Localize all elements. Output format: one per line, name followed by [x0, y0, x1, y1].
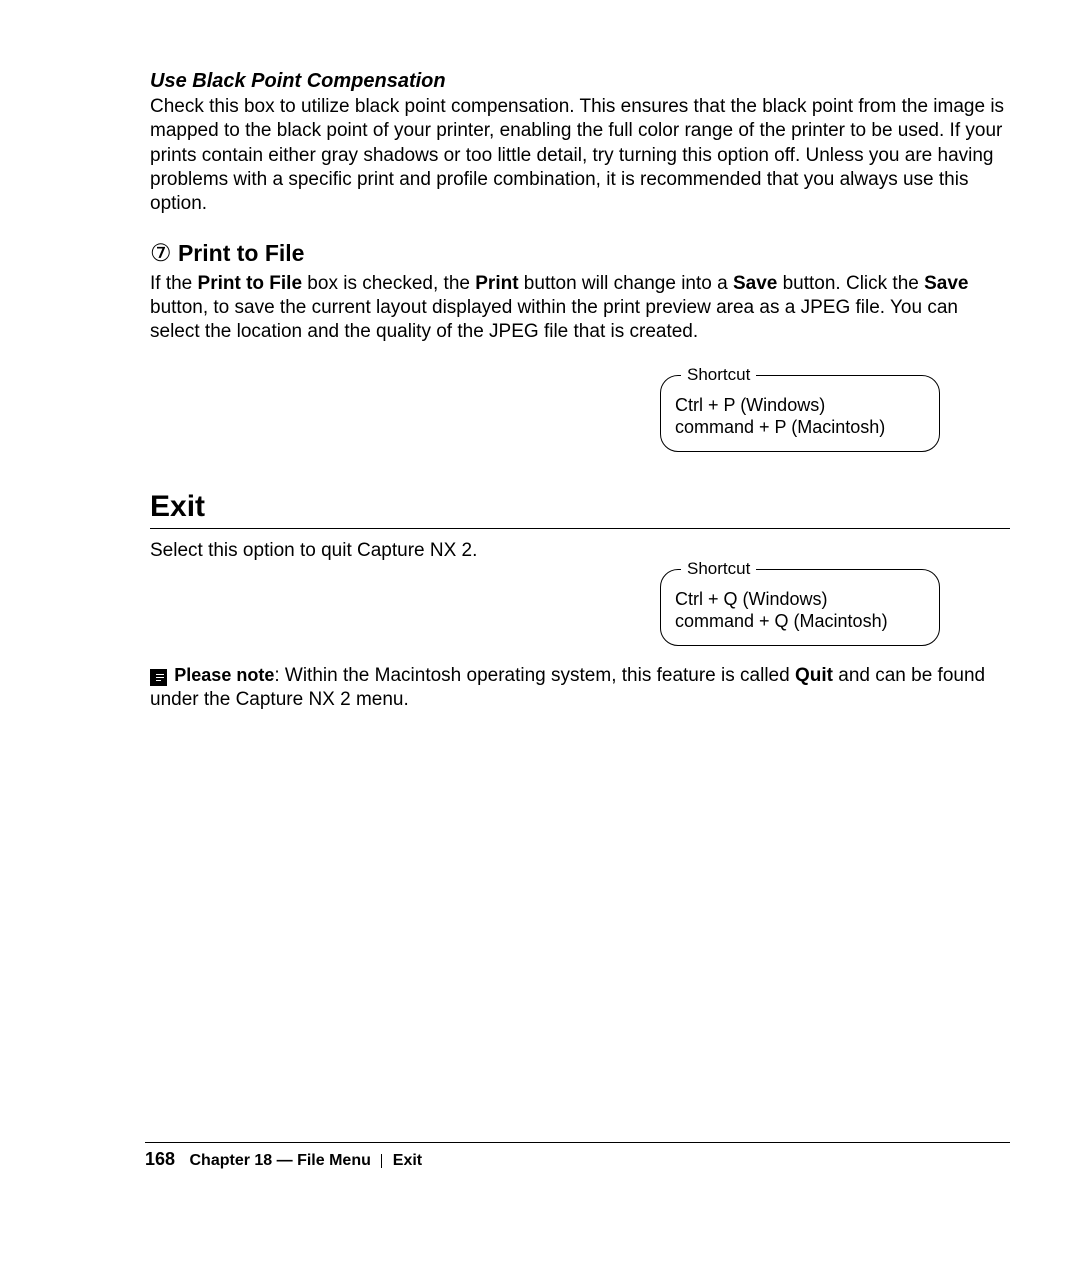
footer-rule — [145, 1142, 1010, 1143]
print-shortcut-box: Shortcut Ctrl + P (Windows) command + P … — [660, 375, 940, 452]
footer-separator — [381, 1154, 382, 1168]
shortcut-legend: Shortcut — [681, 558, 756, 579]
note-icon — [150, 669, 167, 686]
blackpoint-heading: Use Black Point Compensation — [150, 70, 1010, 93]
footer-page-number: 168 — [145, 1149, 175, 1169]
shortcut-legend: Shortcut — [681, 364, 756, 385]
note-label: Please note — [174, 665, 274, 685]
print-shortcut-mac: command + P (Macintosh) — [675, 416, 925, 439]
print-to-file-title: Print to File — [178, 240, 305, 267]
exit-note: Please note: Within the Macintosh operat… — [150, 664, 1010, 713]
footer-chapter: Chapter 18 — File Menu — [190, 1152, 371, 1169]
exit-heading: Exit — [150, 490, 1010, 524]
print-to-file-heading: ⑦ Print to File — [150, 239, 1010, 268]
exit-rule — [150, 528, 1010, 529]
footer-section: Exit — [393, 1152, 422, 1169]
exit-shortcut-mac: command + Q (Macintosh) — [675, 610, 925, 633]
exit-shortcut-windows: Ctrl + Q (Windows) — [675, 588, 925, 611]
exit-shortcut-box: Shortcut Ctrl + Q (Windows) command + Q … — [660, 569, 940, 646]
blackpoint-body: Check this box to utilize black point co… — [150, 95, 1010, 217]
page-footer: 168 Chapter 18 — File Menu Exit — [0, 1134, 1080, 1170]
print-to-file-body: If the Print to File box is checked, the… — [150, 272, 1010, 345]
print-shortcut-windows: Ctrl + P (Windows) — [675, 394, 925, 417]
circled-seven-icon: ⑦ — [150, 239, 172, 268]
exit-body: Select this option to quit Capture NX 2. — [150, 539, 1010, 563]
